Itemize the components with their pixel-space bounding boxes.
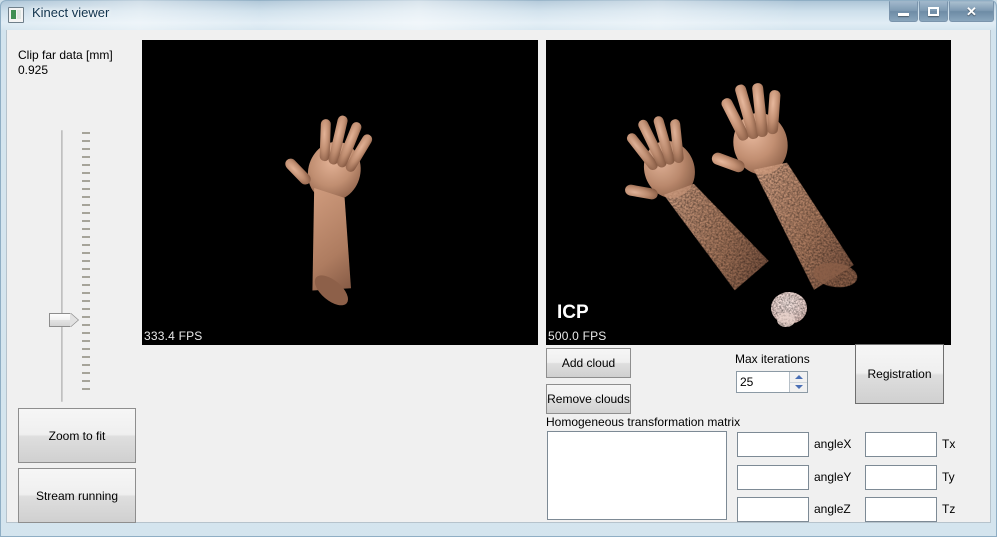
- application-window: Kinect viewer ✕ Clip far data [mm] 0.925: [0, 0, 997, 537]
- slider-tick: [82, 228, 90, 230]
- tz-field[interactable]: [865, 497, 937, 522]
- slider-tick: [82, 324, 90, 326]
- window-title: Kinect viewer: [32, 5, 110, 20]
- transformation-matrix-label: Homogeneous transformation matrix: [546, 415, 741, 429]
- registered-point-clouds: [625, 83, 858, 327]
- tz-label: Tz: [942, 502, 956, 516]
- slider-tick: [82, 340, 90, 342]
- close-icon: ✕: [966, 3, 977, 19]
- slider-tick: [82, 236, 90, 238]
- max-iterations-input[interactable]: [737, 372, 789, 392]
- slider-tick: [82, 196, 90, 198]
- client-area: Clip far data [mm] 0.925 Zoom to fit Str…: [6, 30, 991, 523]
- transformation-matrix-field[interactable]: [547, 431, 727, 520]
- minimize-icon: [890, 2, 917, 21]
- close-button[interactable]: ✕: [949, 1, 994, 22]
- registration-button[interactable]: Registration: [855, 344, 944, 404]
- slider-tick: [82, 164, 90, 166]
- slider-tick: [82, 348, 90, 350]
- hand-point-cloud-left: [285, 115, 373, 306]
- max-iterations-label: Max iterations: [735, 352, 810, 366]
- stream-running-button[interactable]: Stream running: [18, 468, 136, 523]
- icp-title: ICP: [557, 302, 589, 323]
- angley-field[interactable]: [737, 465, 809, 490]
- app-icon: [8, 7, 24, 23]
- slider-tick: [82, 284, 90, 286]
- title-bar[interactable]: Kinect viewer ✕: [0, 0, 997, 30]
- angley-label: angleY: [814, 470, 852, 484]
- depth-stream-viewport[interactable]: 333.4 FPS: [142, 40, 538, 345]
- slider-tick: [82, 140, 90, 142]
- slider-tick: [82, 364, 90, 366]
- right-viewport-fps: 500.0 FPS: [548, 329, 607, 343]
- slider-tick: [82, 180, 90, 182]
- max-iterations-stepper[interactable]: [736, 371, 808, 393]
- slider-tick: [82, 156, 90, 158]
- slider-tick: [82, 172, 90, 174]
- anglex-label: angleX: [814, 437, 852, 451]
- clip-far-data-value: 0.925: [18, 63, 49, 77]
- anglez-label: angleZ: [814, 502, 851, 516]
- slider-tick: [82, 252, 90, 254]
- aero-glass-highlight: [0, 0, 997, 30]
- clip-far-slider-track[interactable]: [61, 130, 63, 402]
- slider-tick: [82, 308, 90, 310]
- remove-clouds-button[interactable]: Remove clouds: [546, 384, 631, 414]
- slider-tick: [82, 204, 90, 206]
- slider-tick: [82, 220, 90, 222]
- add-cloud-button[interactable]: Add cloud: [546, 348, 631, 378]
- anglez-field[interactable]: [737, 497, 809, 522]
- slider-tick: [82, 212, 90, 214]
- tx-label: Tx: [942, 437, 956, 451]
- stepper-up-icon[interactable]: [790, 372, 807, 383]
- slider-tick: [82, 276, 90, 278]
- stepper-buttons: [789, 372, 807, 392]
- slider-tick: [82, 244, 90, 246]
- slider-tick: [82, 188, 90, 190]
- slider-tick: [82, 388, 90, 390]
- slider-tick: [82, 380, 90, 382]
- ty-label: Ty: [942, 470, 955, 484]
- zoom-to-fit-button[interactable]: Zoom to fit: [18, 408, 136, 463]
- slider-tick: [82, 316, 90, 318]
- slider-tick: [82, 372, 90, 374]
- slider-tick: [82, 148, 90, 150]
- caption-button-group: ✕: [888, 1, 994, 22]
- slider-tick: [82, 356, 90, 358]
- maximize-button[interactable]: [919, 1, 948, 22]
- slider-tick: [82, 260, 90, 262]
- anglex-field[interactable]: [737, 432, 809, 457]
- stepper-down-icon[interactable]: [790, 383, 807, 393]
- clip-far-data-label: Clip far data [mm]: [18, 48, 113, 62]
- slider-tick: [82, 268, 90, 270]
- tx-field[interactable]: [865, 432, 937, 457]
- icp-result-viewport[interactable]: ICP 500.0 FPS: [546, 40, 951, 345]
- slider-tick: [82, 292, 90, 294]
- slider-tick: [82, 332, 90, 334]
- clip-far-slider-ticks: [82, 132, 92, 398]
- slider-tick: [82, 132, 90, 134]
- ty-field[interactable]: [865, 465, 937, 490]
- slider-tick: [82, 300, 90, 302]
- maximize-icon: [920, 2, 947, 21]
- left-viewport-fps: 333.4 FPS: [144, 329, 203, 343]
- minimize-button[interactable]: [889, 1, 918, 22]
- clip-far-slider-thumb[interactable]: [49, 313, 71, 327]
